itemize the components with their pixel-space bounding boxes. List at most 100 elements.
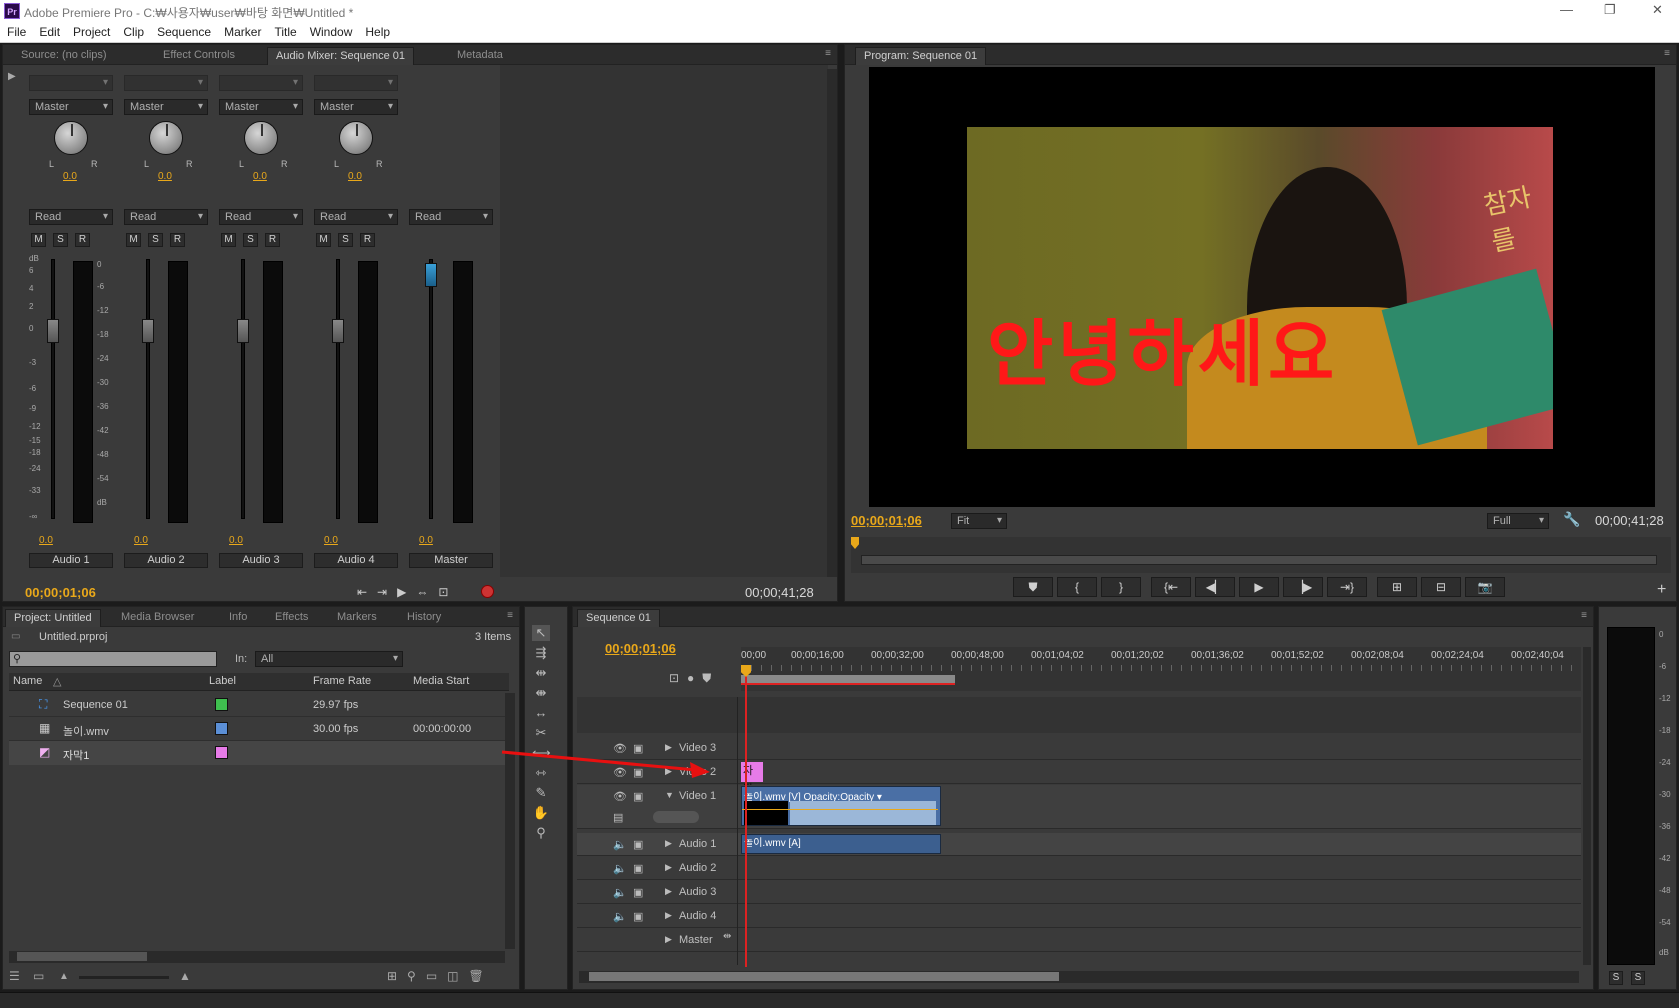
razor-tool-icon[interactable]: ✂ [532, 725, 550, 741]
volume-fader-track[interactable] [241, 259, 245, 519]
panel-menu-icon[interactable]: ≡ [507, 610, 513, 621]
expand-track-icon[interactable]: ▶ [665, 886, 672, 897]
solo-button[interactable]: S [338, 233, 353, 247]
master-volume-value[interactable]: 0.0 [419, 535, 433, 546]
pan-knob[interactable] [244, 121, 278, 155]
restore-icon[interactable]: ❐ [1604, 2, 1616, 18]
project-vertical-scrollbar[interactable] [505, 693, 515, 949]
export-frame-button[interactable]: 📷 [1465, 577, 1505, 597]
timeline-ruler[interactable]: 00;00 00;00;16;00 00;00;32;00 00;00;48;0… [741, 647, 1581, 691]
volume-fader-track[interactable] [51, 259, 55, 519]
eye-icon[interactable]: 👁 [613, 790, 627, 803]
record-button[interactable]: R [75, 233, 90, 247]
program-playhead-icon[interactable] [851, 537, 859, 549]
zoom-tool-icon[interactable]: ⚲ [532, 825, 550, 841]
project-horizontal-scrollbar[interactable] [9, 951, 505, 963]
pan-knob[interactable] [54, 121, 88, 155]
tab-info[interactable]: Info [221, 609, 255, 627]
project-search-input[interactable] [9, 651, 217, 667]
volume-fader-handle[interactable] [332, 319, 344, 343]
panel-menu-icon[interactable]: ≡ [825, 48, 831, 59]
hand-tool-icon[interactable]: ✋ [532, 805, 550, 821]
opacity-rubber-band[interactable] [742, 809, 938, 810]
zoom-fit-dropdown[interactable]: Fit [951, 513, 1007, 529]
record-button[interactable]: R [265, 233, 280, 247]
channel-input-dropdown[interactable] [219, 75, 303, 91]
menu-help[interactable]: Help [358, 22, 396, 39]
expand-track-icon[interactable]: ▶ [665, 838, 672, 849]
sync-lock-icon[interactable]: ▣ [633, 862, 643, 875]
panel-menu-icon[interactable]: ≡ [1581, 610, 1587, 621]
track-select-tool-icon[interactable]: ⇶ [532, 645, 550, 661]
program-time-ruler[interactable] [851, 537, 1671, 573]
go-to-out-button[interactable]: ⇥} [1327, 577, 1367, 597]
tab-sequence-01[interactable]: Sequence 01 [577, 609, 660, 627]
minimize-icon[interactable]: — [1560, 2, 1573, 17]
sync-lock-icon[interactable]: ▣ [633, 886, 643, 899]
expand-track-icon[interactable]: ▶ [665, 934, 672, 945]
volume-value[interactable]: 0.0 [39, 535, 53, 546]
program-zoom-scrollbar[interactable] [861, 555, 1657, 565]
extract-button[interactable]: ⊟ [1421, 577, 1461, 597]
pan-value[interactable]: 0.0 [158, 171, 172, 182]
tab-effects[interactable]: Effects [267, 609, 316, 627]
expand-triangle-icon[interactable]: ▶ [8, 71, 16, 82]
playback-quality-dropdown[interactable]: Full [1487, 513, 1549, 529]
mark-out-button[interactable]: } [1101, 577, 1141, 597]
thumbnail-zoom-slider[interactable] [79, 976, 169, 979]
channel-input-dropdown[interactable] [314, 75, 398, 91]
ripple-edit-tool-icon[interactable]: ⇹ [532, 665, 550, 681]
tab-project[interactable]: Project: Untitled [5, 609, 101, 627]
icon-view-icon[interactable]: ▭ [33, 969, 44, 983]
table-row[interactable]: ▦ 놀이.wmv 30.00 fps 00:00:00:00 [9, 717, 509, 741]
record-icon[interactable] [481, 585, 494, 598]
mute-button[interactable]: M [221, 233, 236, 247]
play-button[interactable]: ▶ [1239, 577, 1279, 597]
tab-audio-mixer[interactable]: Audio Mixer: Sequence 01 [267, 47, 415, 65]
mixer-vertical-scrollbar[interactable] [827, 69, 837, 577]
automation-mode-dropdown[interactable]: Read [124, 209, 208, 225]
sync-lock-icon[interactable]: ▣ [633, 838, 643, 851]
column-frame-rate[interactable]: Frame Rate [313, 675, 371, 687]
solo-button[interactable]: S [243, 233, 258, 247]
mark-in-button[interactable]: { [1057, 577, 1097, 597]
collapse-track-icon[interactable]: ▼ [665, 790, 674, 800]
lift-button[interactable]: ⊞ [1377, 577, 1417, 597]
panel-menu-icon[interactable]: ≡ [1664, 48, 1670, 59]
volume-value[interactable]: 0.0 [324, 535, 338, 546]
solo-left-button[interactable]: S [1609, 971, 1623, 985]
scrollbar-thumb[interactable] [589, 972, 1059, 981]
tab-history[interactable]: History [399, 609, 449, 627]
mixer-current-timecode[interactable]: 00;00;01;06 [25, 585, 96, 600]
add-marker-button[interactable]: ⛊ [1013, 577, 1053, 597]
scrollbar-thumb[interactable] [17, 952, 147, 961]
solo-right-button[interactable]: S [1631, 971, 1645, 985]
mixer-transport-icons[interactable]: ⇤⇥▶⇔⊡ [357, 585, 458, 599]
pan-value[interactable]: 0.0 [63, 171, 77, 182]
timeline-vertical-scrollbar[interactable] [1583, 647, 1591, 965]
tab-markers[interactable]: Markers [329, 609, 385, 627]
volume-fader-handle[interactable] [237, 319, 249, 343]
keyframe-navigator[interactable] [653, 811, 699, 823]
tab-metadata[interactable]: Metadata [449, 47, 511, 65]
column-name[interactable]: Name [13, 675, 42, 687]
tab-source[interactable]: Source: (no clips) [13, 47, 115, 65]
project-footer-icons[interactable]: ⊞⚲▭◫🗑 [387, 969, 494, 983]
zoom-in-icon[interactable]: ▲ [179, 969, 191, 983]
in-filter-dropdown[interactable]: All [255, 651, 403, 667]
table-row[interactable]: ◩ 자막1 [9, 741, 509, 765]
pan-value[interactable]: 0.0 [253, 171, 267, 182]
wrench-icon[interactable]: 🔧 [1563, 511, 1580, 528]
channel-route-dropdown[interactable]: Master [29, 99, 113, 115]
mute-button[interactable]: M [126, 233, 141, 247]
speaker-icon[interactable]: 🔈 [613, 838, 627, 851]
volume-fader-track[interactable] [336, 259, 340, 519]
table-row[interactable]: ⛶ Sequence 01 29.97 fps [9, 693, 509, 717]
column-media-start[interactable]: Media Start [413, 675, 469, 687]
rate-stretch-tool-icon[interactable]: ↔ [532, 705, 550, 721]
step-back-button[interactable]: ◀▏ [1195, 577, 1235, 597]
channel-input-dropdown[interactable] [124, 75, 208, 91]
volume-fader-handle[interactable] [47, 319, 59, 343]
master-fader-handle[interactable] [425, 263, 437, 287]
go-to-in-button[interactable]: {⇤ [1151, 577, 1191, 597]
